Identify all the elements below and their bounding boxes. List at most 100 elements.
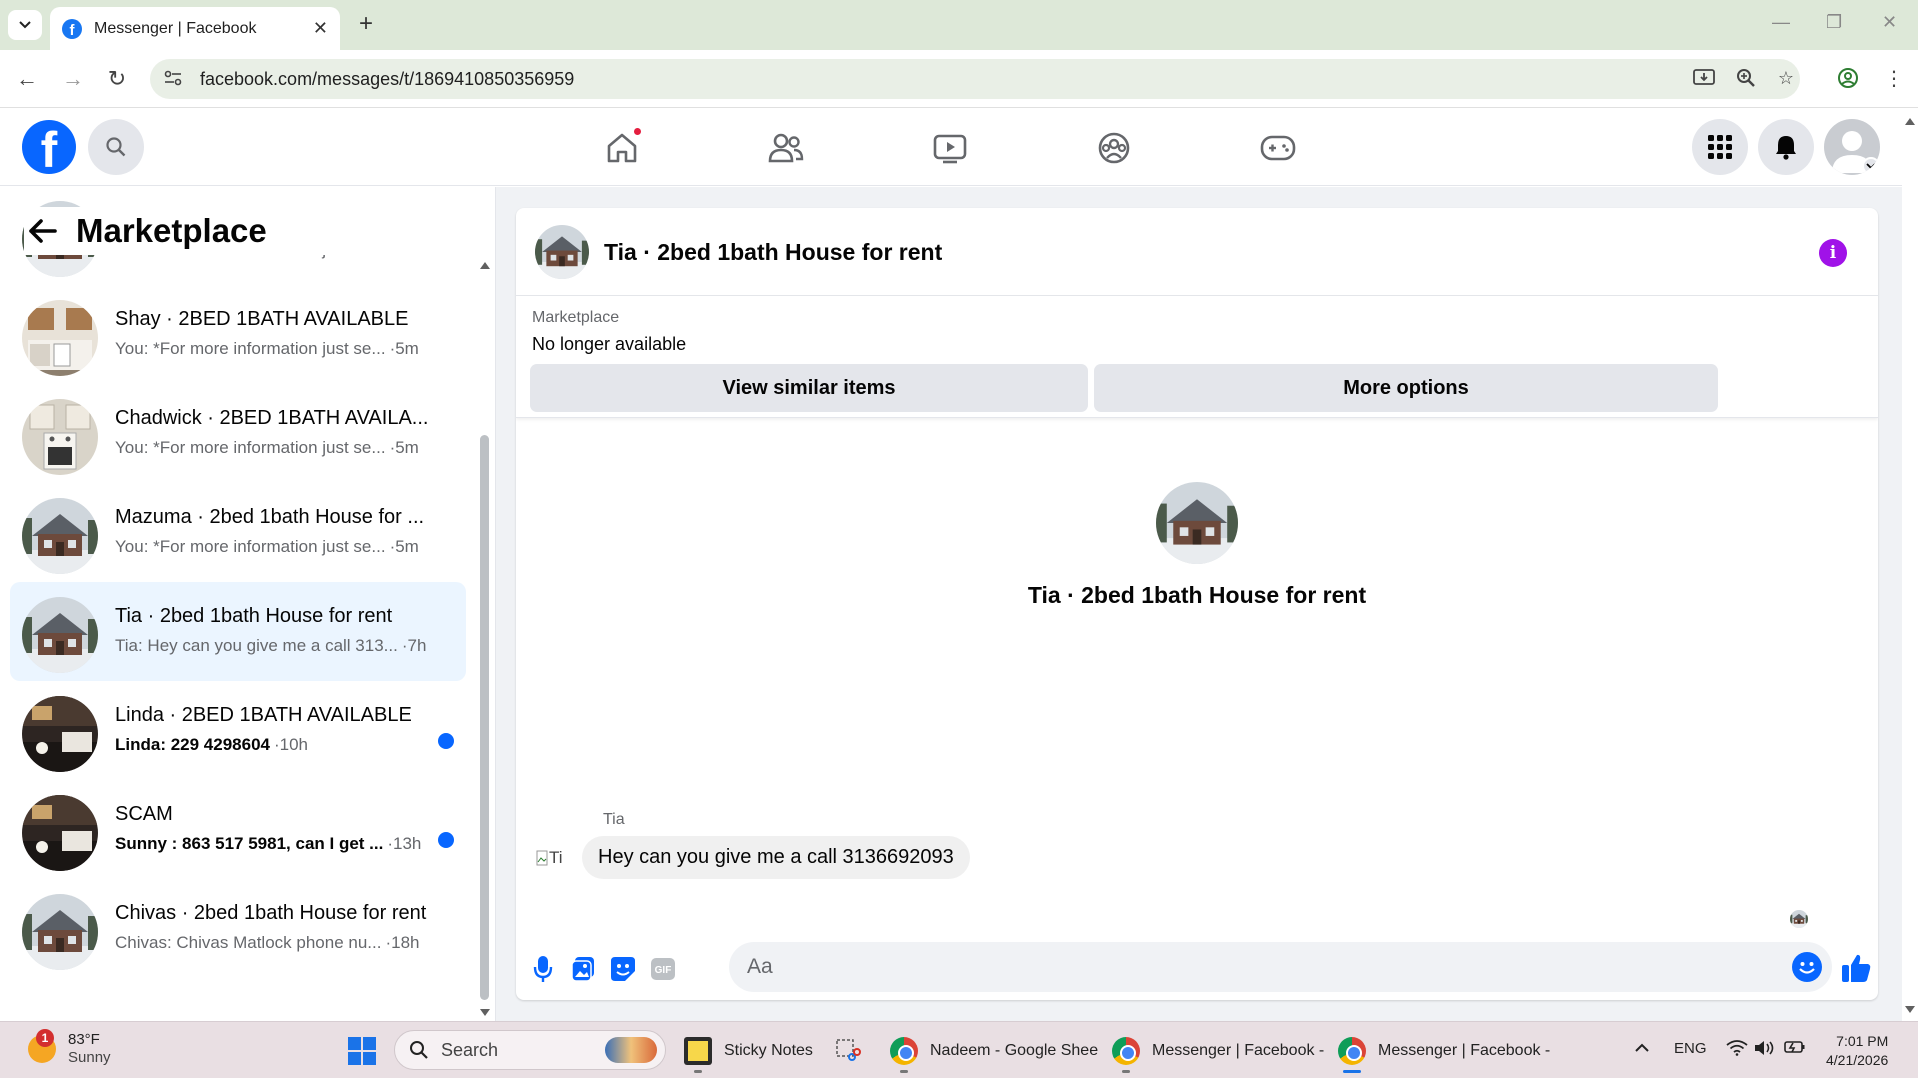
weather-widget[interactable]: 1 83°F Sunny: [28, 1029, 111, 1067]
conversation-item[interactable]: Shay · 2BED 1BATH AVAILABLE You: *For mor…: [10, 285, 466, 384]
conversation-scrollbar-thumb[interactable]: [480, 435, 489, 1000]
scroll-down-arrow-icon[interactable]: [479, 1005, 491, 1016]
reload-icon[interactable]: ↻: [102, 64, 132, 94]
address-bar[interactable]: facebook.com/messages/t/1869410850356959: [150, 59, 1800, 99]
weather-sun-icon: 1: [28, 1029, 56, 1063]
like-thumbs-up-icon[interactable]: [1838, 950, 1874, 986]
volume-icon[interactable]: [1754, 1040, 1776, 1060]
friends-nav-icon[interactable]: [766, 128, 806, 168]
weather-condition: Sunny: [68, 1049, 111, 1066]
conversation-avatar: [22, 498, 98, 574]
system-clock[interactable]: 7:01 PM 4/21/2026: [1826, 1032, 1888, 1070]
chat-title[interactable]: Tia · 2bed 1bath House for rent: [604, 239, 942, 266]
facebook-logo-icon[interactable]: f: [22, 120, 76, 174]
restore-icon[interactable]: ❐: [1826, 12, 1842, 33]
page-scrollbar[interactable]: [1902, 108, 1918, 1021]
battery-icon[interactable]: [1784, 1040, 1806, 1058]
conversation-preview: Linda: 229 4298604·10h: [115, 735, 445, 755]
scroll-up-arrow-icon[interactable]: [479, 257, 491, 269]
conversation-item[interactable]: SCAM Sunny : 863 517 5981, can I get ... ·…: [10, 780, 466, 879]
facebook-search-button[interactable]: [88, 119, 144, 175]
marketplace-label: Marketplace: [532, 309, 620, 326]
info-icon[interactable]: i: [1819, 239, 1847, 267]
minimize-icon[interactable]: —: [1772, 12, 1790, 33]
clock-date: 4/21/2026: [1826, 1052, 1889, 1068]
more-options-button[interactable]: More options: [1094, 364, 1718, 412]
avatar-alt-text: Ti: [549, 847, 563, 867]
conversation-preview: Chivas: Chivas Matlock phone nu... ·18h: [115, 933, 445, 953]
view-similar-items-button[interactable]: View similar items: [530, 364, 1088, 412]
wifi-icon[interactable]: [1726, 1040, 1748, 1060]
notification-dot: [632, 126, 643, 137]
conversation-item[interactable]: Tia · 2bed 1bath House for rent Tia: Hey …: [10, 582, 466, 681]
zoom-icon[interactable]: [1732, 64, 1760, 92]
intro-avatar[interactable]: [1156, 482, 1238, 564]
tab-close-icon[interactable]: ✕: [313, 18, 328, 39]
watch-nav-icon[interactable]: [930, 128, 970, 168]
emoji-icon[interactable]: [1792, 952, 1822, 982]
taskbar-search[interactable]: Search: [394, 1030, 666, 1070]
search-icon: [410, 1041, 428, 1059]
photo-icon[interactable]: [568, 954, 598, 984]
account-chevron-icon[interactable]: [1862, 157, 1880, 175]
conversation-avatar: [22, 696, 98, 772]
site-info-icon[interactable]: [164, 70, 188, 89]
microphone-icon[interactable]: [528, 954, 558, 984]
message-bubble[interactable]: Hey can you give me a call 3136692093: [582, 836, 970, 879]
chrome-icon: [890, 1037, 918, 1073]
conversation-preview: Sunny : 863 517 5981, can I get ... ·13h: [115, 834, 445, 854]
menu-button[interactable]: [1692, 119, 1748, 175]
close-window-icon[interactable]: ✕: [1882, 12, 1897, 33]
url-text: facebook.com/messages/t/1869410850356959: [200, 68, 575, 89]
forward-icon[interactable]: →: [58, 64, 88, 94]
conversation-preview-text: Sunny : 863 517 5981, can I get ...: [115, 834, 384, 853]
taskbar-app-snipping-tool[interactable]: [834, 1032, 874, 1070]
conversation-preview: Tia: Hey can you give me a call 313... ·7…: [115, 636, 445, 656]
browser-tab[interactable]: f Messenger | Facebook ✕: [50, 7, 340, 50]
taskbar-app-sticky-notes[interactable]: Sticky Notes: [684, 1032, 813, 1073]
install-app-icon[interactable]: [1690, 64, 1718, 92]
facebook-header: f: [0, 108, 1902, 186]
chat-header-avatar[interactable]: [535, 225, 589, 279]
browser-menu-icon[interactable]: ⋮: [1880, 64, 1908, 92]
notifications-button[interactable]: [1758, 119, 1814, 175]
marketplace-listing-banner: Marketplace No longer available View sim…: [516, 296, 1878, 418]
message-input[interactable]: Aa: [729, 942, 1832, 992]
gaming-nav-icon[interactable]: [1258, 128, 1298, 168]
taskbar-app-chrome-sheets[interactable]: Nadeem - Google Shee: [890, 1032, 1098, 1073]
conversation-time: ·13h: [387, 834, 422, 853]
back-icon[interactable]: ←: [12, 64, 42, 94]
new-tab-button[interactable]: +: [352, 10, 380, 38]
profile-icon[interactable]: [1834, 64, 1862, 92]
conversation-intro: Tia · 2bed 1bath House for rent: [516, 482, 1878, 609]
conversation-item[interactable]: Linda · 2BED 1BATH AVAILABLE Linda: 229 4…: [10, 681, 466, 780]
unread-dot: [438, 832, 454, 848]
conversation-name: Chivas · 2bed 1bath House for rent: [115, 902, 427, 924]
conversation-avatar: [22, 399, 98, 475]
conversation-preview-text: You: *For more information just se...: [115, 339, 386, 358]
gif-icon[interactable]: GIF: [648, 954, 678, 984]
message-row: Ti Hey can you give me a call 3136692093: [536, 836, 970, 879]
conversation-item[interactable]: Mazuma · 2bed 1bath House for ... You: *F…: [10, 483, 466, 582]
show-hidden-icons-chevron-icon[interactable]: [1634, 1040, 1650, 1057]
groups-nav-icon[interactable]: [1094, 128, 1134, 168]
conversation-item[interactable]: Chadwick · 2BED 1BATH AVAILA... You: *For…: [10, 384, 466, 483]
tab-search-button[interactable]: [8, 10, 42, 40]
sticker-icon[interactable]: [608, 954, 638, 984]
taskbar-app-chrome-messenger-1[interactable]: Messenger | Facebook -: [1112, 1032, 1324, 1073]
conversation-item[interactable]: Chivas · 2bed 1bath House for rent Chivas…: [10, 879, 466, 978]
taskbar-app-chrome-messenger-2[interactable]: Messenger | Facebook -: [1338, 1032, 1550, 1073]
chat-header: Tia · 2bed 1bath House for rent i: [516, 208, 1878, 296]
account-avatar[interactable]: [1824, 119, 1880, 175]
language-indicator[interactable]: ENG: [1674, 1040, 1707, 1057]
bookmark-star-icon[interactable]: ☆: [1772, 64, 1800, 92]
chevron-down-icon: [19, 21, 31, 29]
windows-start-icon[interactable]: [348, 1037, 376, 1065]
conversation-preview-text: Linda: 229 4298604: [115, 735, 270, 754]
conversation-preview: You: *For more information just se...·5m: [115, 339, 445, 359]
back-arrow-icon[interactable]: [24, 213, 60, 249]
tab-title: Messenger | Facebook: [94, 19, 257, 37]
home-nav-icon[interactable]: [602, 126, 643, 168]
broken-avatar-image[interactable]: Ti: [536, 845, 576, 871]
conversation-time: ·18h: [385, 933, 420, 952]
